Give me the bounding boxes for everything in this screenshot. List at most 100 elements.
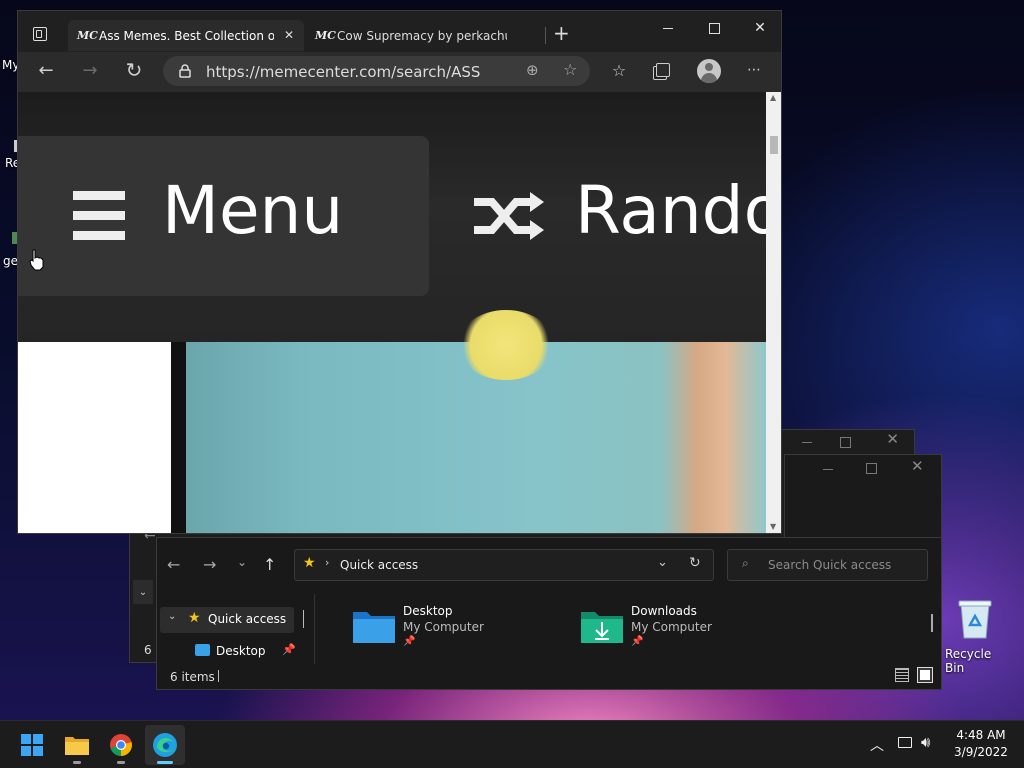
recycle-bin-label: Recycle Bin [945,647,992,675]
folder-name: Desktop [403,604,453,618]
folder-item-downloads[interactable]: Downloads My Computer 📌 [578,600,768,652]
start-icon-pane [33,734,43,744]
minimize-icon [663,27,673,29]
browser-scrollbar[interactable]: ▲ ▼ [766,92,781,533]
desktop-folder-icon [195,644,210,656]
meme-image-left[interactable] [18,342,171,533]
taskbar-edge[interactable] [145,725,185,765]
tab-title: Ass Memes. Best Collection of Fu [99,28,274,43]
settings-more-button[interactable]: ⋯ [740,56,768,84]
minimize-icon[interactable] [823,469,833,470]
edge-icon [153,733,177,757]
maximize-icon[interactable] [866,463,877,474]
network-icon[interactable] [898,737,912,748]
tab-inactive[interactable]: MC Cow Supremacy by perkachur - ( [308,20,538,51]
sidebar-item-desktop[interactable]: Desktop 📌 [160,639,296,663]
details-view-button[interactable] [895,668,909,682]
sidebar-item-label: Quick access [208,612,287,626]
minimize-icon[interactable] [802,442,812,443]
volume-icon[interactable]: 🔊︎ [921,733,930,751]
scrollbar[interactable] [931,614,933,632]
scroll-down-icon[interactable]: ▼ [770,522,776,531]
folder-location: My Computer [631,620,712,634]
cursor-hand-icon [29,249,44,271]
desktop-icon-recycle-bin[interactable]: Recycle Bin [942,594,1008,675]
clock-time: 4:48 AM [956,728,1006,742]
favorites-icon: ☆ [611,60,627,80]
sidebar-item-quick-access[interactable]: ⌄ ★ Quick access [160,607,294,633]
tiles-view-button[interactable] [917,667,933,683]
clock[interactable]: 4:48 AM 3/9/2022 [948,727,1014,763]
refresh-button[interactable]: ↻ [120,56,148,84]
start-icon-pane [33,746,43,756]
explorer-window-back-1: ✕ [784,454,942,540]
address-bar[interactable]: https://memecenter.com/search/ASS ⊕ ☆ [163,56,590,86]
meme-sun-shape [458,310,554,380]
running-indicator [73,761,81,764]
up-arrow-icon: ↑ [263,555,277,574]
folder-item-desktop[interactable]: Desktop My Computer 📌 [350,600,540,652]
menu-button[interactable]: Menu [18,136,429,296]
taskbar: ︿ 🔊︎ 4:48 AM 3/9/2022 [0,720,1024,768]
tab-strip: MC Ass Memes. Best Collection of Fu ✕ MC… [18,11,781,52]
menu-label: Menu [162,172,344,249]
close-icon[interactable]: ✕ [911,457,924,475]
address-bar[interactable]: ★ › Quick access ⌄ ↻ [294,549,714,581]
add-favorite-icon[interactable]: ☆ [563,60,577,79]
start-button[interactable] [12,725,52,765]
pin-icon[interactable]: 📌 [282,643,296,656]
search-input[interactable]: ⌕ Search Quick access [727,549,928,581]
tab-actions-icon [36,30,42,38]
folder-location: My Computer [403,620,484,634]
up-button[interactable]: ↑ [263,555,276,574]
scroll-up-icon[interactable]: ▲ [770,93,776,102]
chevron-up-icon: ︿ [870,738,884,754]
new-tab-button[interactable]: + [553,23,573,43]
clock-date: 3/9/2022 [954,745,1008,759]
maximize-icon[interactable] [840,437,851,448]
back-arrow-icon: ← [167,555,181,574]
forward-button[interactable]: → [76,56,104,84]
back-button[interactable]: ← [167,555,180,574]
show-hidden-icons-button[interactable]: ︿ [870,735,884,755]
tab-actions-button[interactable] [33,27,47,41]
sidebar-divider [303,610,304,628]
scroll-thumb[interactable] [770,136,778,154]
random-button[interactable]: Rando [458,136,766,296]
chrome-icon [110,734,132,756]
recent-locations-button[interactable]: ⌄ [237,555,247,569]
sidebar-item-label: Desktop [216,644,266,658]
favicon-icon: MC [315,29,336,42]
favicon-icon: MC [77,29,98,42]
close-icon[interactable]: ✕ [284,28,294,42]
zoom-icon[interactable]: ⊕ [526,61,539,79]
pane-divider[interactable] [314,594,315,664]
avatar-head-icon [705,63,713,71]
close-icon: ✕ [754,20,766,36]
refresh-icon[interactable]: ↻ [689,555,701,571]
running-indicator [117,761,125,764]
more-icon: ⋯ [747,62,761,78]
search-icon: ⌕ [742,556,749,570]
chevron-down-icon[interactable]: ⌄ [168,611,176,622]
taskbar-chrome[interactable] [101,725,141,765]
expand-button[interactable]: ⌄ [133,580,153,604]
taskbar-file-explorer[interactable] [57,725,97,765]
meme-divider [171,342,186,533]
status-divider [218,670,219,682]
meme-image[interactable] [186,310,766,533]
tab-active[interactable]: MC Ass Memes. Best Collection of Fu ✕ [68,20,304,51]
favorites-button[interactable]: ☆ [605,56,633,84]
chevron-down-icon[interactable]: ⌄ [657,555,668,570]
pin-icon: 📌 [403,636,416,647]
close-icon[interactable]: ✕ [886,430,899,448]
forward-button[interactable]: → [203,555,216,574]
breadcrumb-separator-icon: › [325,556,330,569]
collections-button[interactable] [649,56,677,84]
desktop-icon-label: ge [3,254,18,268]
random-label: Rando [575,172,766,249]
running-indicator [157,761,173,764]
profile-avatar[interactable] [697,59,721,83]
search-placeholder: Search Quick access [768,558,892,572]
back-button[interactable]: ← [32,56,60,84]
